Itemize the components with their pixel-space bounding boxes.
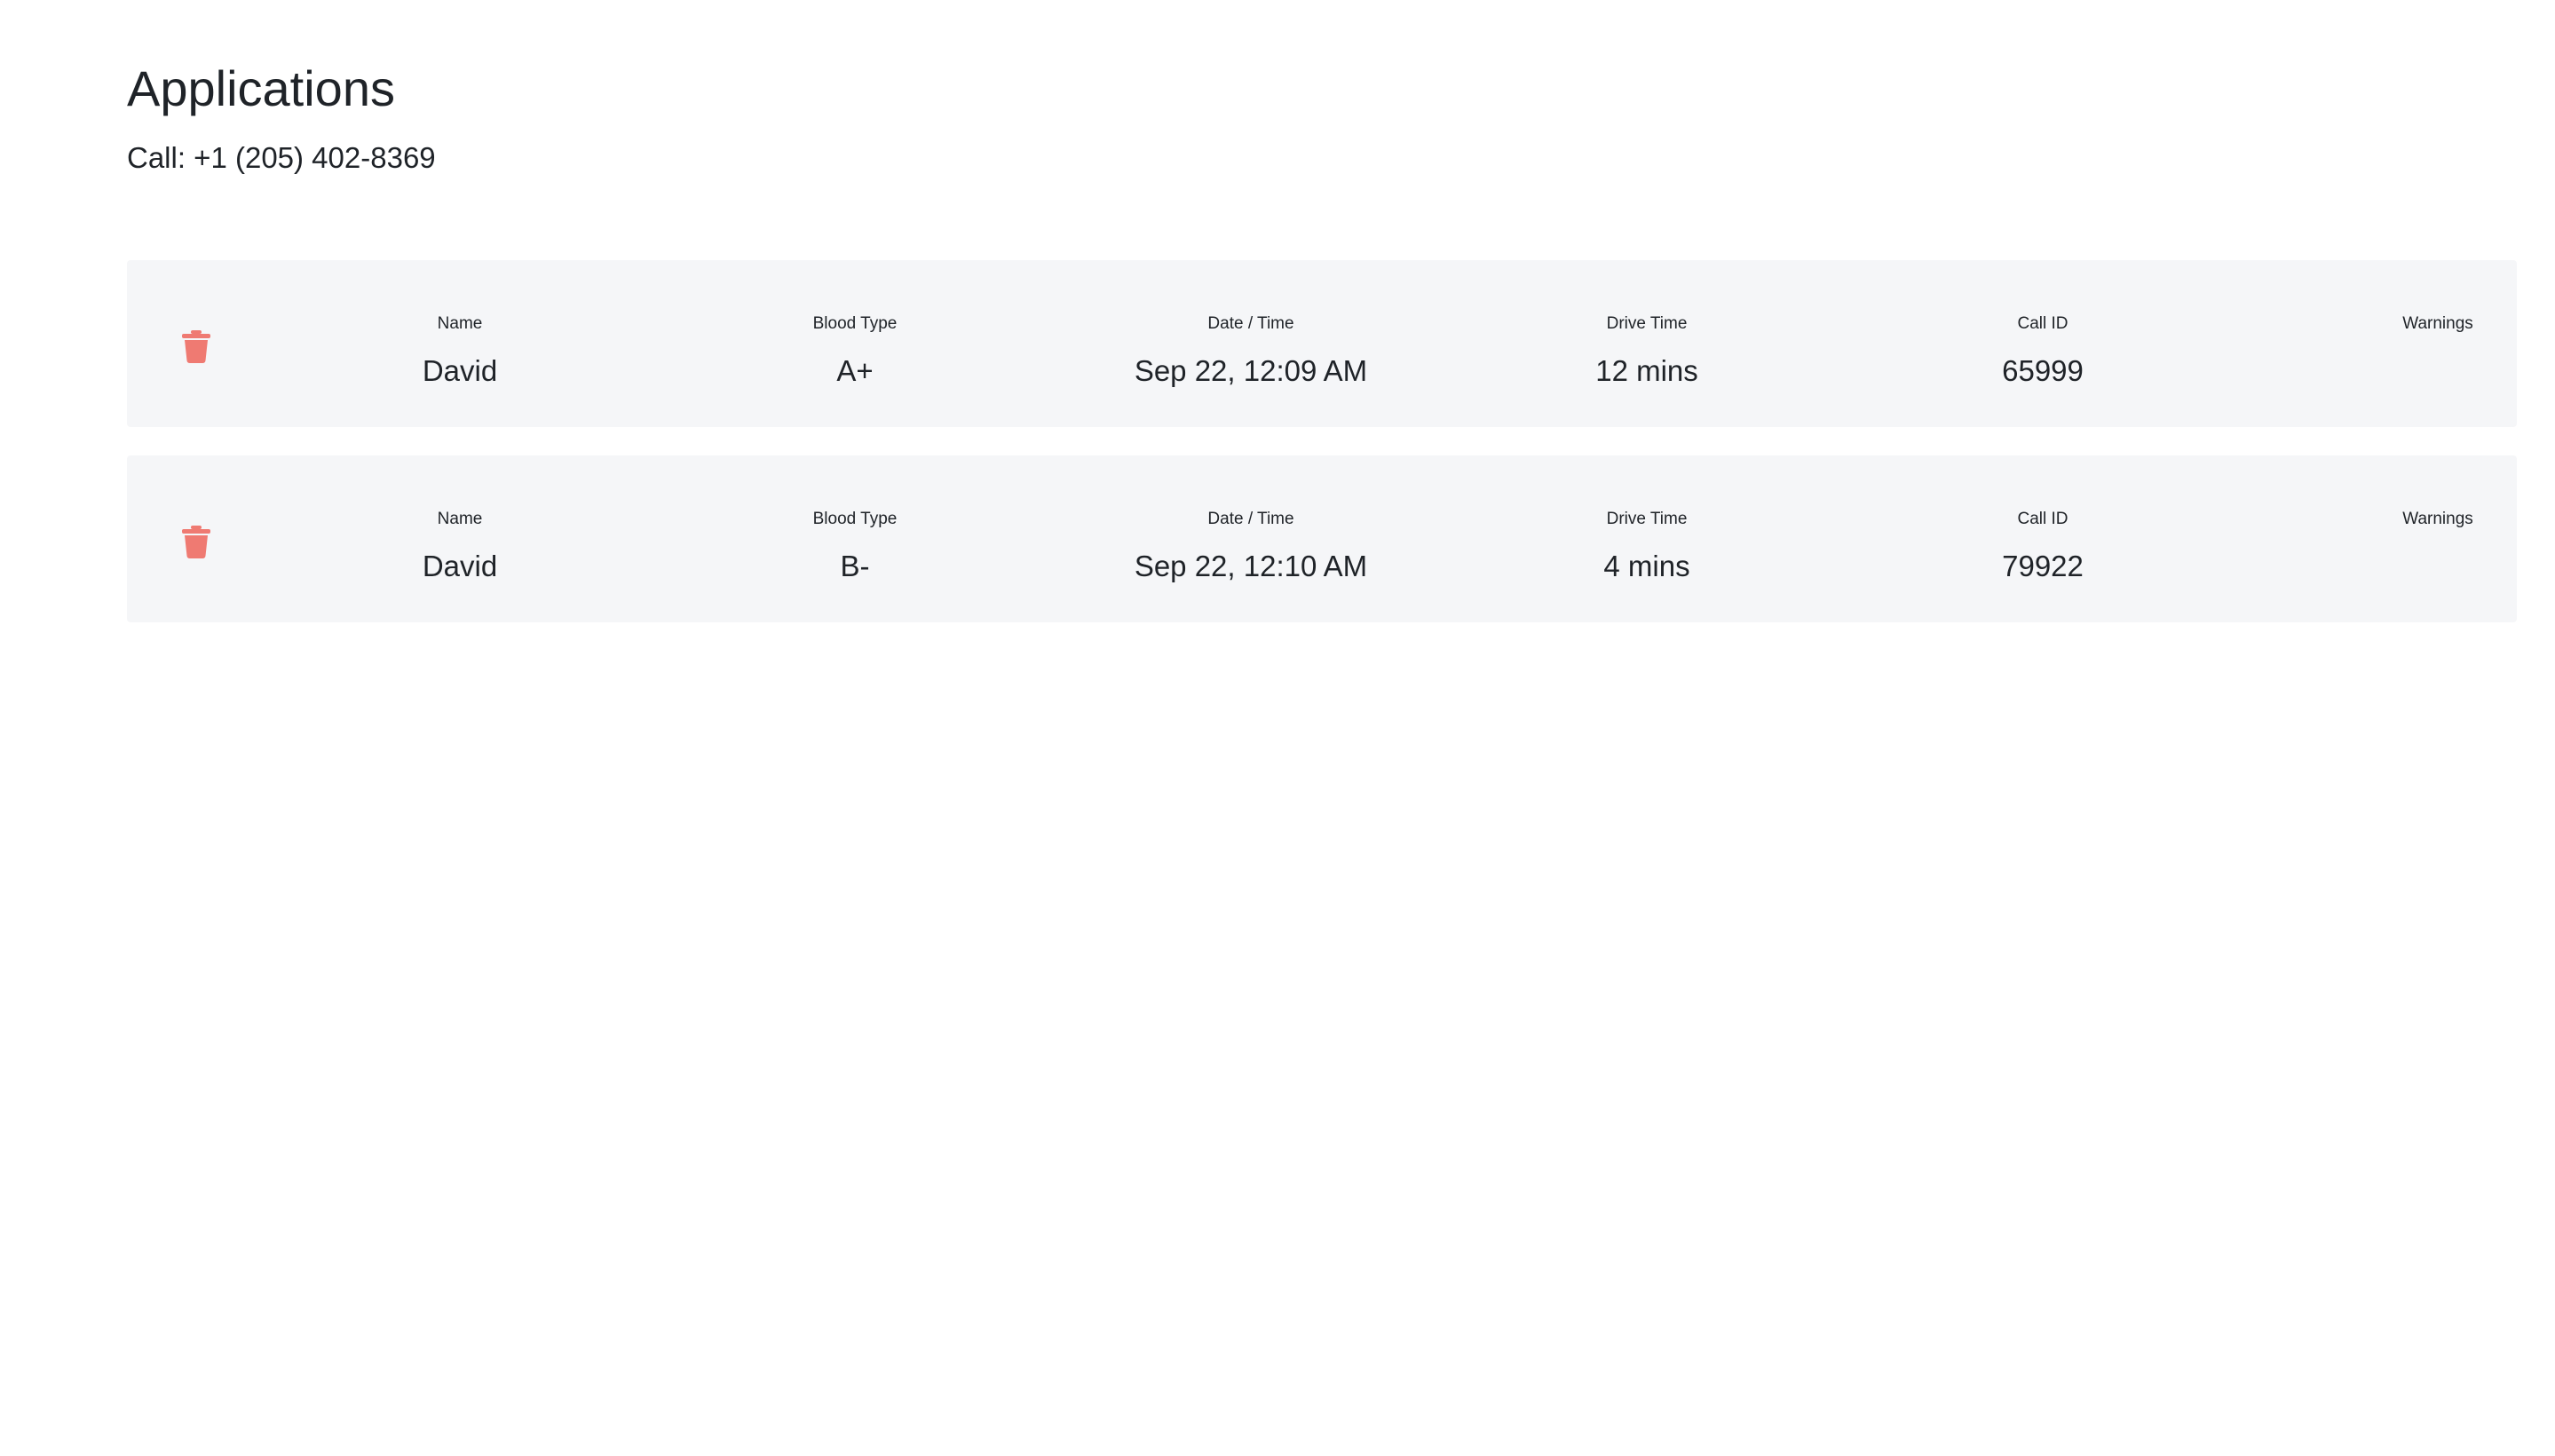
date-time-label: Date / Time xyxy=(1207,510,1294,528)
blood-type-value: A+ xyxy=(836,354,874,387)
trash-icon xyxy=(182,330,210,363)
name-label: Name xyxy=(437,510,483,528)
warnings-field: Warnings xyxy=(2240,455,2555,622)
name-label: Name xyxy=(437,314,483,333)
blood-type-value: B- xyxy=(840,550,870,582)
drive-time-field: Drive Time 4 mins xyxy=(1449,455,1845,622)
call-id-value: 65999 xyxy=(2002,354,2084,387)
name-field: Name David xyxy=(262,260,658,427)
date-time-field: Date / Time Sep 22, 12:10 AM xyxy=(1053,455,1449,622)
page-title: Applications xyxy=(127,60,395,116)
blood-type-label: Blood Type xyxy=(812,510,898,528)
drive-time-value: 12 mins xyxy=(1595,354,1698,387)
call-phone-text: Call: +1 (205) 402-8369 xyxy=(127,141,436,174)
warnings-label: Warnings xyxy=(2402,510,2473,528)
delete-application-button[interactable] xyxy=(178,328,214,364)
call-id-field: Call ID 79922 xyxy=(1845,455,2241,622)
date-time-label: Date / Time xyxy=(1207,314,1294,333)
warnings-field: Warnings xyxy=(2240,260,2555,427)
delete-application-button[interactable] xyxy=(178,524,214,559)
drive-time-label: Drive Time xyxy=(1606,510,1688,528)
name-value: David xyxy=(422,550,498,582)
application-card: Name David Blood Type A+ Date / Time Sep… xyxy=(127,260,2517,427)
warnings-label: Warnings xyxy=(2402,314,2473,333)
date-time-value: Sep 22, 12:09 AM xyxy=(1134,354,1368,387)
blood-type-field: Blood Type A+ xyxy=(657,260,1053,427)
call-id-label: Call ID xyxy=(2017,510,2069,528)
name-field: Name David xyxy=(262,455,658,622)
date-time-field: Date / Time Sep 22, 12:09 AM xyxy=(1053,260,1449,427)
trash-icon xyxy=(182,526,210,558)
applications-list: Name David Blood Type A+ Date / Time Sep… xyxy=(127,260,2517,651)
application-card: Name David Blood Type B- Date / Time Sep… xyxy=(127,455,2517,622)
blood-type-label: Blood Type xyxy=(812,314,898,333)
call-id-value: 79922 xyxy=(2002,550,2084,582)
blood-type-field: Blood Type B- xyxy=(657,455,1053,622)
call-id-label: Call ID xyxy=(2017,314,2069,333)
drive-time-field: Drive Time 12 mins xyxy=(1449,260,1845,427)
drive-time-value: 4 mins xyxy=(1603,550,1690,582)
call-id-field: Call ID 65999 xyxy=(1845,260,2241,427)
name-value: David xyxy=(422,354,498,387)
drive-time-label: Drive Time xyxy=(1606,314,1688,333)
date-time-value: Sep 22, 12:10 AM xyxy=(1134,550,1368,582)
